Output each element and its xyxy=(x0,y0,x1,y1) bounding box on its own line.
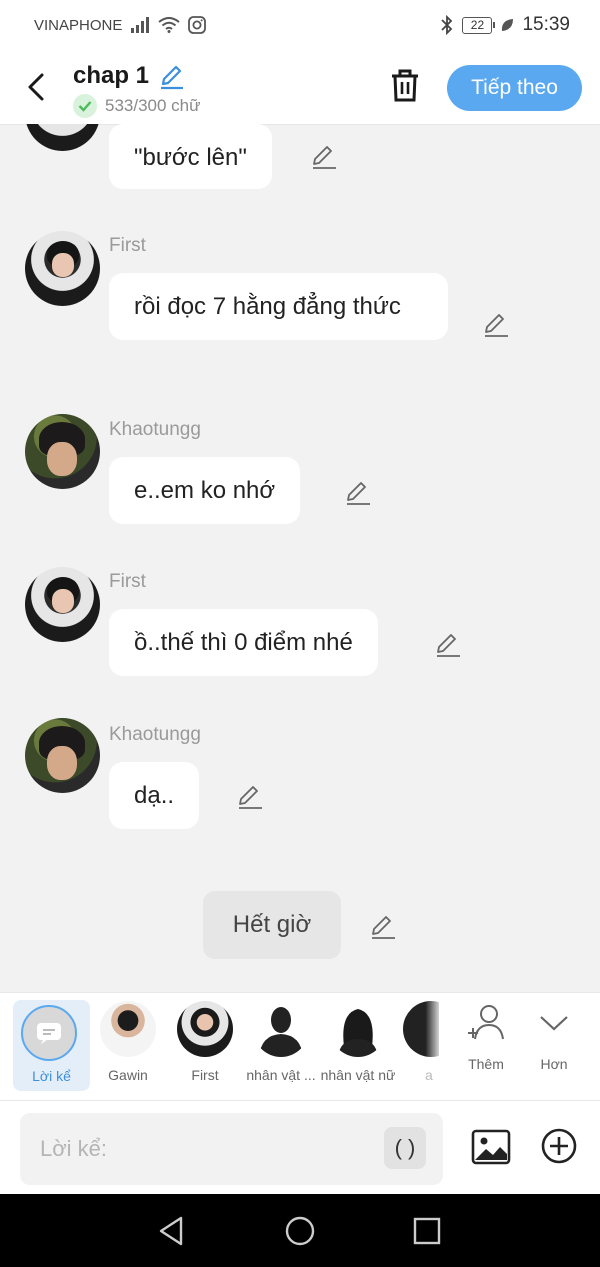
avatar xyxy=(403,1001,439,1057)
signal-icon xyxy=(131,17,150,33)
character-item-gawin[interactable]: Gawin xyxy=(89,1001,167,1083)
avatar xyxy=(25,231,100,306)
female-silhouette-icon xyxy=(330,1001,386,1057)
expand-characters-button[interactable]: Hơn xyxy=(524,1001,584,1072)
recents-square-icon[interactable] xyxy=(410,1214,444,1248)
avatar xyxy=(177,1001,233,1057)
home-circle-icon[interactable] xyxy=(283,1214,317,1248)
wifi-icon xyxy=(158,17,180,33)
narration-label: Lời kể xyxy=(32,1068,71,1084)
message-bubble[interactable]: "bước lên" xyxy=(109,124,272,189)
character-label: First xyxy=(191,1067,219,1083)
message-text: ồ..thế thì 0 điểm nhé xyxy=(134,629,353,656)
pencil-icon[interactable] xyxy=(236,782,264,810)
battery-indicator: 22 xyxy=(462,16,496,34)
avatar xyxy=(100,1001,156,1057)
back-arrow-icon[interactable] xyxy=(22,70,52,104)
parenthesis-button[interactable]: ( ) xyxy=(384,1127,426,1169)
chat-area[interactable]: "bước lên" First rồi đọc 7 hằng đẳng thứ… xyxy=(0,124,600,992)
sender-name: First xyxy=(109,235,146,256)
narration-selector[interactable]: Lời kể xyxy=(13,1000,90,1091)
pencil-icon[interactable] xyxy=(344,478,372,506)
clock: 15:39 xyxy=(522,14,570,35)
editor-header: chap 1 533/300 chữ Tiếp theo xyxy=(0,50,600,125)
sender-name: Khaotungg xyxy=(109,419,201,440)
narration-bubble[interactable]: Hết giờ xyxy=(203,891,341,959)
message-bubble[interactable]: rồi đọc 7 hằng đẳng thức xyxy=(109,273,448,340)
message-bubble[interactable]: e..em ko nhớ xyxy=(109,457,301,524)
carrier-label: VINAPHONE xyxy=(34,16,123,34)
message-bubble[interactable]: ồ..thế thì 0 điểm nhé xyxy=(109,609,378,676)
plus-circle-icon[interactable] xyxy=(541,1128,577,1164)
chapter-title[interactable]: chap 1 xyxy=(73,62,149,90)
narration-input[interactable] xyxy=(20,1113,443,1185)
instagram-icon xyxy=(188,16,207,34)
character-item-male[interactable]: nhân vật ... xyxy=(242,1001,320,1083)
avatar xyxy=(25,414,100,489)
bluetooth-icon xyxy=(441,15,453,35)
narration-text: Hết giờ xyxy=(232,911,312,938)
check-icon xyxy=(73,94,97,118)
next-button[interactable]: Tiếp theo xyxy=(447,65,582,111)
avatar xyxy=(25,718,100,793)
message-text: e..em ko nhớ xyxy=(134,477,276,504)
add-label: Thêm xyxy=(468,1056,504,1072)
character-label: nhân vật nữ xyxy=(320,1067,396,1083)
pencil-icon[interactable] xyxy=(310,142,338,170)
word-count: 533/300 chữ xyxy=(105,96,201,115)
pencil-icon[interactable] xyxy=(434,630,462,658)
status-right: 22 15:39 xyxy=(440,14,570,36)
message-text: "bước lên" xyxy=(134,144,247,171)
pencil-icon[interactable] xyxy=(369,912,397,940)
sender-name: First xyxy=(109,571,146,592)
character-label: nhân vật ... xyxy=(246,1067,316,1083)
chevron-down-icon xyxy=(540,1016,568,1031)
narration-icon xyxy=(21,1005,77,1061)
character-item-first[interactable]: First xyxy=(166,1001,244,1083)
system-nav-bar xyxy=(0,1194,600,1267)
character-item-partial[interactable]: a xyxy=(395,1001,439,1083)
character-label: a xyxy=(425,1067,433,1083)
image-icon[interactable] xyxy=(471,1127,511,1167)
add-character-button[interactable]: Thêm xyxy=(456,1001,516,1072)
message-text: rồi đọc 7 hằng đẳng thức xyxy=(134,293,401,320)
message-text: dạ.. xyxy=(134,782,175,809)
pencil-icon[interactable] xyxy=(482,310,510,338)
avatar xyxy=(25,567,100,642)
character-bar: Lời kể Gawin First nhân vật ... nhân vật… xyxy=(0,992,600,1101)
pencil-icon[interactable] xyxy=(158,62,186,90)
leaf-icon xyxy=(502,19,514,31)
more-label: Hơn xyxy=(540,1056,568,1072)
status-left: VINAPHONE xyxy=(34,16,207,34)
male-silhouette-icon xyxy=(253,1001,309,1057)
character-item-female[interactable]: nhân vật nữ xyxy=(319,1001,397,1083)
person-add-icon xyxy=(468,1005,504,1040)
status-bar: VINAPHONE 22 15:39 xyxy=(0,0,600,50)
sender-name: Khaotungg xyxy=(109,724,201,745)
word-count-row: 533/300 chữ xyxy=(73,94,201,118)
back-triangle-icon[interactable] xyxy=(155,1214,189,1248)
avatar xyxy=(25,124,100,151)
character-label: Gawin xyxy=(108,1067,148,1083)
trash-icon[interactable] xyxy=(388,68,422,104)
input-bar: ( ) xyxy=(0,1100,600,1195)
message-bubble[interactable]: dạ.. xyxy=(109,762,200,829)
